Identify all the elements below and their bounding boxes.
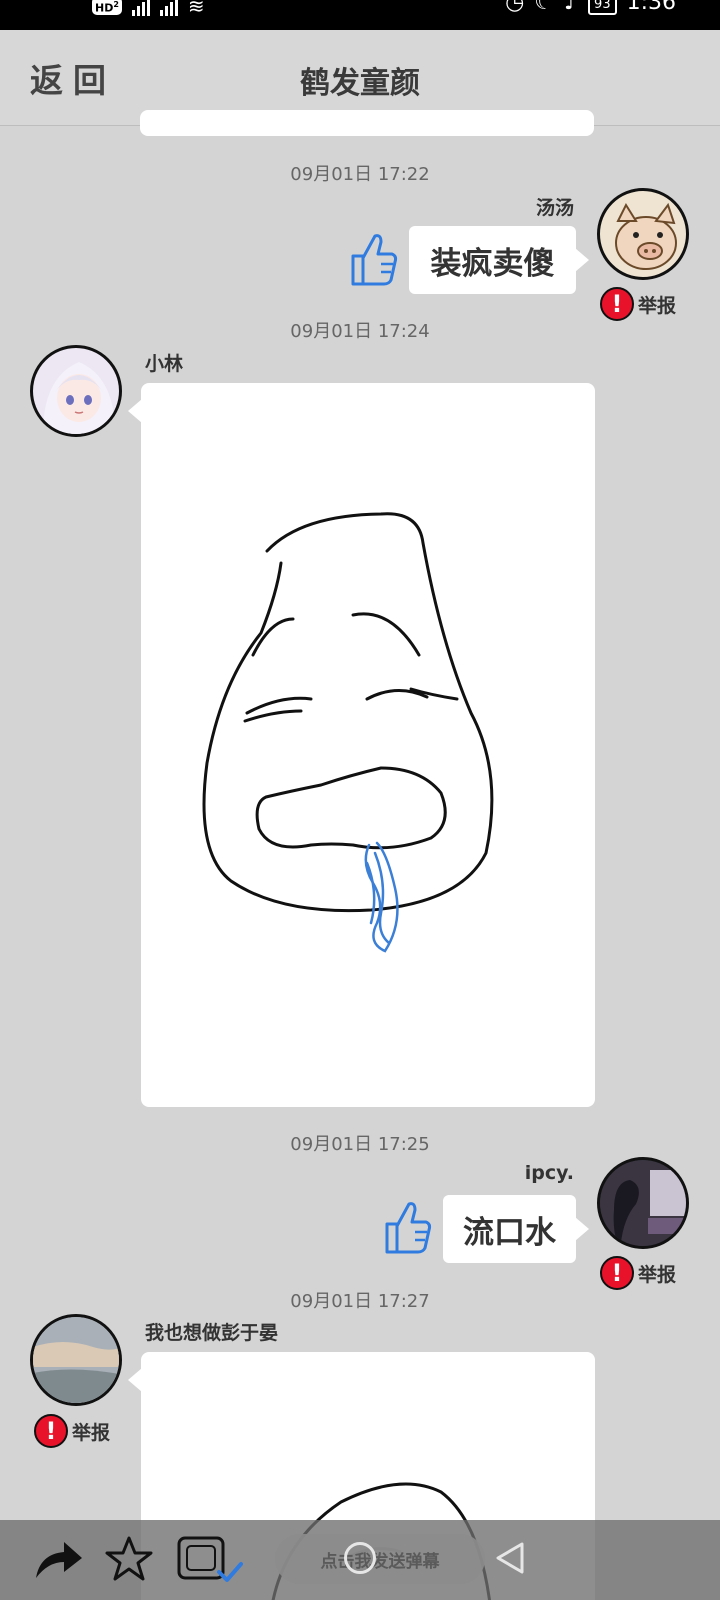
message-time: 09月01日 17:22 <box>290 164 430 185</box>
barrage-toggle-icon[interactable] <box>175 1532 245 1586</box>
drawing-image <box>202 512 494 953</box>
pig-avatar-image <box>615 202 677 270</box>
previous-message-bubble <box>140 110 594 136</box>
danmu-input[interactable]: 点击我发送弹幕 <box>275 1534 485 1584</box>
avatar[interactable] <box>597 188 689 280</box>
anime-girl-avatar-image <box>42 362 116 434</box>
signal-icon <box>131 0 150 16</box>
star-icon[interactable] <box>103 1534 155 1584</box>
sender-name: 小林 <box>145 353 184 375</box>
report-icon: ! <box>600 1256 634 1290</box>
message-bubble[interactable]: 流口水 <box>443 1195 589 1263</box>
message-time: 09月01日 17:24 <box>290 321 430 342</box>
page-title: 鹤发童颜 <box>300 66 420 101</box>
message-bubble[interactable]: 装疯卖傻 <box>409 226 589 294</box>
mute-icon: ♪ <box>564 0 579 15</box>
avatar[interactable] <box>597 1157 689 1249</box>
wifi-icon: ≋ <box>187 0 205 18</box>
report-button[interactable]: ! 举报 <box>600 1256 676 1290</box>
report-button[interactable]: ! 举报 <box>600 287 676 321</box>
battery-indicator: 93 <box>588 0 617 15</box>
message-time: 09月01日 17:25 <box>290 1134 430 1155</box>
image-message-bubble[interactable] <box>128 383 595 1107</box>
sender-name: 我也想做彭于晏 <box>145 1322 279 1344</box>
alarm-icon: ◷ <box>505 0 525 15</box>
report-icon: ! <box>34 1414 68 1448</box>
message-time: 09月01日 17:27 <box>290 1291 430 1312</box>
hd-badge: HD2 <box>92 0 122 16</box>
sender-name: 汤汤 <box>535 197 574 219</box>
clock: 1:36 <box>626 0 676 15</box>
share-icon[interactable] <box>30 1534 86 1584</box>
avatar[interactable] <box>30 345 122 437</box>
like-icon[interactable] <box>381 1198 433 1256</box>
report-icon: ! <box>600 287 634 321</box>
message-text: 装疯卖傻 <box>430 245 555 282</box>
nav-home-button[interactable] <box>344 1542 376 1574</box>
landscape-avatar-image <box>33 1317 119 1403</box>
sender-name: ipcy. <box>524 1162 574 1184</box>
avatar[interactable] <box>30 1314 122 1406</box>
report-button[interactable]: ! 举报 <box>34 1414 110 1448</box>
moon-icon: ☾ <box>534 0 554 15</box>
signal-icon-2 <box>159 0 178 16</box>
nav-back-icon[interactable] <box>494 1540 526 1576</box>
like-icon[interactable] <box>347 230 399 288</box>
message-text: 流口水 <box>463 1214 556 1251</box>
photo-avatar-image <box>600 1160 686 1246</box>
status-bar: HD2 ≋ ◷ ☾ ♪ 93 1:36 <box>0 0 720 30</box>
